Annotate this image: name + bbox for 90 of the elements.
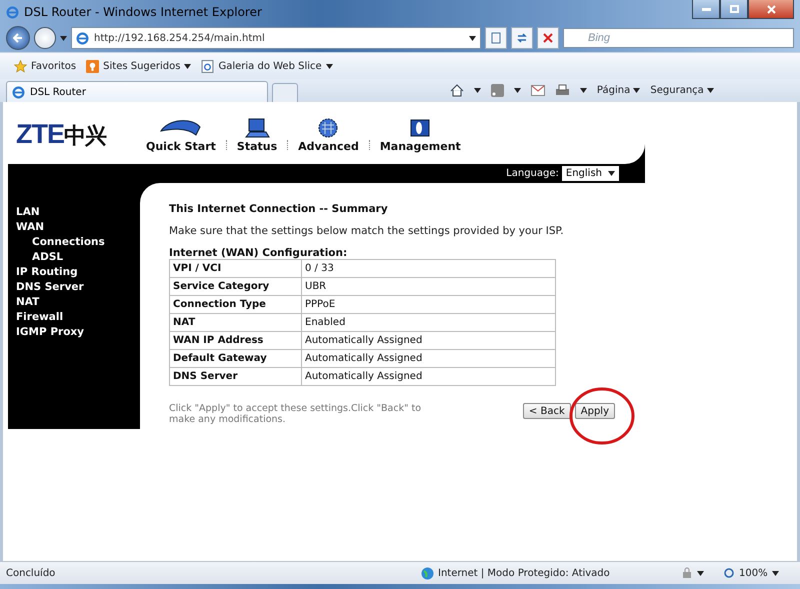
minimize-button[interactable] bbox=[692, 0, 720, 19]
refresh-icon bbox=[516, 32, 528, 44]
caret-icon bbox=[469, 36, 476, 40]
stop-icon bbox=[543, 33, 553, 43]
page-icon bbox=[201, 60, 214, 72]
table-cell: NAT bbox=[170, 314, 302, 332]
compatibility-button[interactable] bbox=[485, 27, 507, 49]
nav-link[interactable]: Advanced bbox=[298, 117, 359, 153]
minimize-icon bbox=[702, 8, 710, 10]
form-button[interactable]: Apply bbox=[574, 403, 615, 419]
refresh-button[interactable] bbox=[511, 27, 533, 49]
sidebar-link[interactable]: LAN bbox=[8, 205, 140, 220]
browser-icon bbox=[12, 86, 25, 98]
sidebar-link[interactable]: DNS Server bbox=[8, 280, 140, 295]
close-button[interactable] bbox=[748, 0, 794, 19]
table-cell: PPPoE bbox=[302, 296, 556, 314]
favorites-item[interactable]: Favoritos bbox=[14, 60, 76, 72]
zoom-control[interactable]: 100% bbox=[724, 568, 794, 578]
command-menu[interactable]: Página bbox=[596, 85, 640, 96]
caret-icon bbox=[608, 171, 615, 176]
sidebar-link[interactable]: Firewall bbox=[8, 310, 140, 325]
arrow-icon bbox=[13, 33, 23, 43]
caret-icon bbox=[772, 570, 779, 576]
search-field[interactable]: Bing bbox=[563, 28, 794, 48]
table-cell: Automatically Assigned bbox=[302, 332, 556, 350]
table-cell: DNS Server bbox=[170, 368, 302, 386]
caret-icon bbox=[474, 88, 481, 93]
caret-icon bbox=[707, 88, 714, 93]
caret-icon bbox=[633, 88, 640, 93]
table-cell: Connection Type bbox=[170, 296, 302, 314]
stop-button[interactable] bbox=[537, 27, 559, 49]
command-menu[interactable]: Segurança bbox=[650, 85, 714, 96]
url-text: http://192.168.254.254/main.html bbox=[94, 32, 266, 44]
window-title: DSL Router - Windows Internet Explorer bbox=[24, 5, 262, 19]
printer-icon[interactable] bbox=[554, 84, 570, 97]
page-title: This Internet Connection -- Summary bbox=[169, 203, 389, 215]
table-cell: 0 / 33 bbox=[302, 260, 556, 278]
globe-icon bbox=[421, 566, 434, 580]
sidebar-link[interactable]: WAN bbox=[8, 220, 140, 235]
nav-link[interactable]: Status bbox=[236, 117, 278, 153]
table-cell: Automatically Assigned bbox=[302, 368, 556, 386]
favorites-item[interactable]: Galeria do Web Slice bbox=[201, 60, 333, 72]
browser-icon bbox=[6, 6, 19, 18]
sidebar-link[interactable]: IGMP Proxy bbox=[8, 325, 140, 340]
caret-icon bbox=[580, 88, 587, 93]
sidebar-link[interactable]: Connections bbox=[8, 235, 140, 250]
intro-text: Make sure that the settings below match the settings provided by your ISP. bbox=[169, 225, 565, 237]
language-label: Language: bbox=[506, 168, 559, 179]
mail-icon[interactable] bbox=[530, 85, 545, 96]
table-cell: WAN IP Address bbox=[170, 332, 302, 350]
table-cell: Automatically Assigned bbox=[302, 350, 556, 368]
table-cell: Default Gateway bbox=[170, 350, 302, 368]
page-icon bbox=[490, 32, 502, 44]
sidebar-link[interactable]: ADSL bbox=[8, 250, 140, 265]
table-cell: Service Category bbox=[170, 278, 302, 296]
sidebar-link[interactable]: IP Routing bbox=[8, 265, 140, 280]
table-cell: Enabled bbox=[302, 314, 556, 332]
nav-link[interactable]: Quick Start bbox=[146, 117, 216, 153]
highlight-circle bbox=[569, 387, 635, 445]
nav-link[interactable]: Management bbox=[380, 117, 461, 153]
bulb-icon bbox=[86, 60, 100, 72]
brand-logo: ZTE中兴 bbox=[16, 119, 106, 151]
forward-button[interactable] bbox=[34, 27, 56, 49]
browser-icon bbox=[76, 32, 89, 44]
caret-icon bbox=[184, 64, 192, 68]
maximize-button[interactable] bbox=[720, 0, 748, 19]
home-icon[interactable] bbox=[450, 84, 464, 97]
form-button[interactable]: < Back bbox=[522, 403, 571, 419]
caret-icon bbox=[514, 88, 521, 93]
zone-text: Internet | Modo Protegido: Ativado bbox=[438, 568, 610, 578]
browser-tab[interactable]: DSL Router bbox=[6, 81, 268, 102]
star-icon bbox=[14, 60, 27, 72]
caret-icon bbox=[326, 64, 333, 68]
back-button[interactable] bbox=[6, 26, 30, 50]
language-select[interactable]: English bbox=[562, 166, 619, 181]
laptop-icon bbox=[244, 117, 270, 139]
history-caret-icon bbox=[60, 36, 67, 40]
table-title: Internet (WAN) Configuration: bbox=[169, 247, 348, 259]
table-cell: VPI / VCI bbox=[170, 260, 302, 278]
sidebar-link[interactable]: NAT bbox=[8, 295, 140, 310]
status-text: Concluído bbox=[6, 568, 56, 578]
favorites-item[interactable]: Sites Sugeridos bbox=[86, 60, 192, 72]
table-cell: UBR bbox=[302, 278, 556, 296]
maximize-icon bbox=[730, 5, 738, 13]
hint-text: Click "Apply" to accept these settings.Click "Back" to make any modifications. bbox=[169, 403, 422, 425]
caret-icon bbox=[697, 570, 704, 576]
address-field[interactable]: http://192.168.254.254/main.html bbox=[71, 27, 481, 49]
book-icon bbox=[409, 117, 432, 139]
close-icon bbox=[766, 4, 776, 14]
feed-icon[interactable] bbox=[490, 84, 504, 97]
